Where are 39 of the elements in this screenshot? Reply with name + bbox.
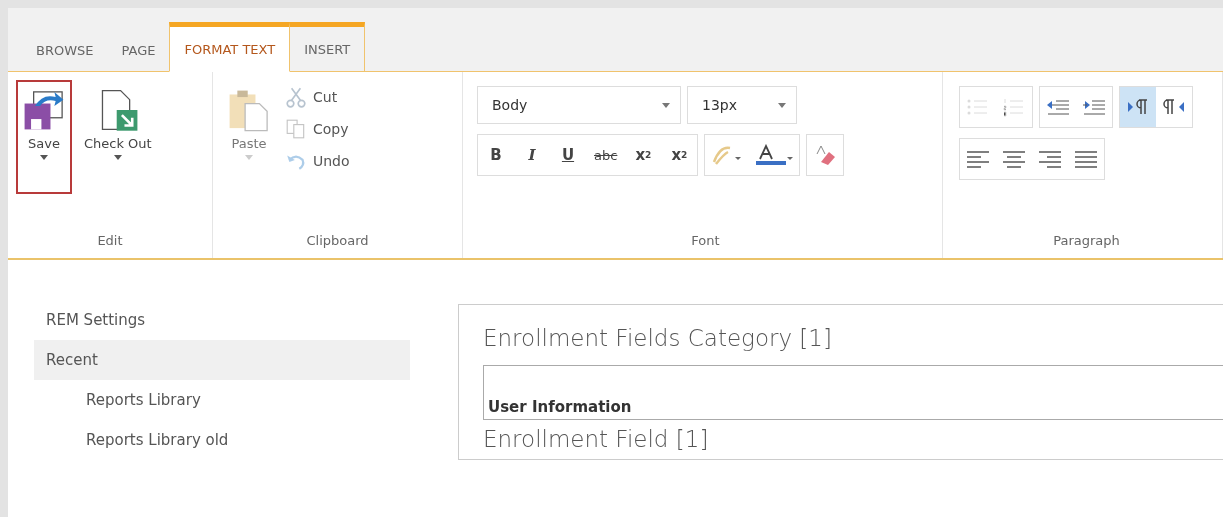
group-label: Font	[690, 233, 721, 250]
nav-item[interactable]: REM Settings	[34, 300, 410, 340]
font-name-dropdown[interactable]: Body	[477, 86, 681, 124]
category-title: Enrollment Fields Category [1]	[483, 325, 833, 351]
sup-button[interactable]: x$^{2}$	[661, 135, 698, 175]
left-to-right-button[interactable]	[1120, 87, 1156, 127]
decrease-indent-icon	[1045, 97, 1071, 117]
align-left-icon	[965, 150, 991, 168]
italic-button[interactable]: I	[514, 135, 550, 175]
left-to-right-icon	[1126, 98, 1150, 116]
nav-item[interactable]: Reports Library old	[34, 420, 410, 460]
strike-button[interactable]: abc	[586, 135, 626, 175]
group-label: Edit	[96, 233, 124, 250]
font-color-icon	[754, 144, 795, 166]
eraser-icon	[813, 144, 838, 166]
align-center-icon	[1001, 150, 1027, 168]
category-field[interactable]: User Information	[483, 365, 1223, 420]
group-label: Paragraph	[1052, 233, 1121, 250]
font-size-dropdown[interactable]: 13px	[687, 86, 797, 124]
ribbon-tab[interactable]: PAGE	[107, 28, 170, 72]
field-title: Enrollment Field [1]	[483, 426, 710, 452]
nav-item[interactable]: Reports Library	[34, 380, 410, 420]
bold-button[interactable]: B	[478, 135, 514, 175]
ribbon-tab[interactable]: FORMAT TEXT	[169, 22, 291, 72]
group-label: Clipboard	[305, 233, 370, 250]
align-justify-icon	[1073, 150, 1099, 168]
save-button[interactable]: Save	[16, 80, 72, 194]
right-to-left-icon	[1162, 98, 1186, 116]
save-icon	[22, 88, 66, 132]
increase-indent-icon	[1081, 97, 1107, 117]
clipboard-icon	[227, 88, 271, 132]
section-label: User Information	[488, 398, 632, 418]
align-right-icon	[1037, 150, 1063, 168]
scissors-icon	[285, 86, 307, 108]
ribbon-tab[interactable]: BROWSE	[22, 28, 108, 72]
copy-icon	[285, 118, 307, 140]
check-out-button[interactable]: Check Out	[78, 80, 158, 194]
nav-item[interactable]: Recent	[34, 340, 410, 380]
underline-button[interactable]: U	[550, 135, 586, 175]
